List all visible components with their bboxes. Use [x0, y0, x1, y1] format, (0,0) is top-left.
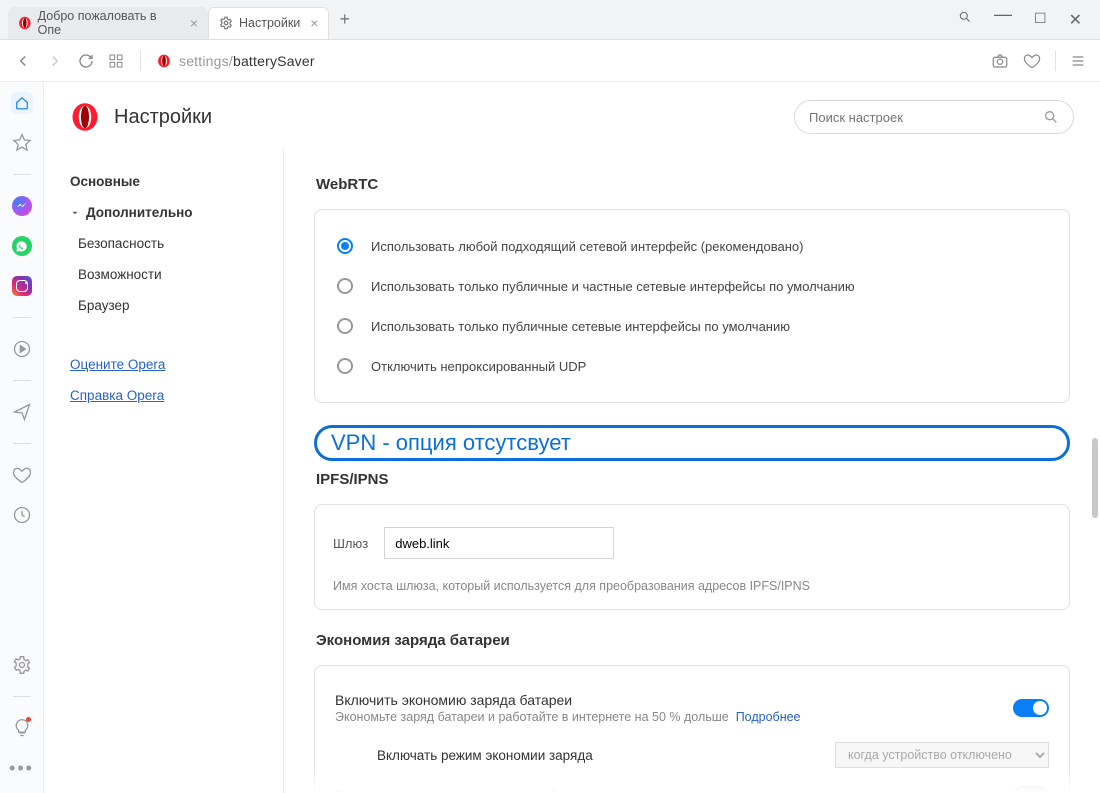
camera-icon[interactable]: [991, 52, 1009, 70]
address-field[interactable]: settings/batterySaver: [157, 53, 975, 69]
bulb-icon[interactable]: [11, 717, 33, 739]
battery-mode-select[interactable]: когда устройство отключено: [835, 742, 1049, 768]
more-icon[interactable]: •••: [11, 757, 33, 779]
search-icon[interactable]: [958, 10, 972, 24]
reload-button[interactable]: [78, 53, 94, 69]
webrtc-card: Использовать любой подходящий сетевой ин…: [314, 209, 1070, 403]
left-rail: •••: [0, 82, 44, 793]
forward-button[interactable]: [46, 52, 64, 70]
battery-enable-title: Включить экономию заряда батареи: [335, 692, 801, 708]
messenger-icon[interactable]: [11, 195, 33, 217]
webrtc-option-3[interactable]: Отключить непроксированный UDP: [333, 346, 1051, 386]
home-icon[interactable]: [11, 92, 33, 114]
section-ipfs-title: IPFS/IPNS: [316, 471, 1070, 488]
battery-card: Включить экономию заряда батареи Экономь…: [314, 665, 1070, 793]
radio-label: Использовать любой подходящий сетевой ин…: [371, 239, 803, 254]
webrtc-option-0[interactable]: Использовать любой подходящий сетевой ин…: [333, 226, 1051, 266]
back-button[interactable]: [14, 52, 32, 70]
section-webrtc-title: WebRTC: [316, 176, 1070, 193]
history-icon[interactable]: [11, 504, 33, 526]
instagram-icon[interactable]: [11, 275, 33, 297]
settings-search[interactable]: [794, 100, 1074, 134]
maximize-button[interactable]: ☐: [1034, 10, 1047, 30]
close-window-button[interactable]: ✕: [1069, 10, 1082, 30]
star-icon[interactable]: [11, 132, 33, 154]
close-icon[interactable]: ×: [190, 15, 198, 31]
tab-welcome[interactable]: Добро пожаловать в Опе ×: [8, 7, 208, 39]
ipfs-card: Шлюз Имя хоста шлюза, который использует…: [314, 504, 1070, 610]
sidebar-item-security[interactable]: Безопасность: [64, 228, 283, 259]
section-battery-title: Экономия заряда батареи: [316, 632, 1070, 649]
webrtc-option-2[interactable]: Использовать только публичные сетевые ин…: [333, 306, 1051, 346]
webrtc-option-1[interactable]: Использовать только публичные и частные …: [333, 266, 1051, 306]
radio-label: Использовать только публичные сетевые ин…: [371, 319, 790, 334]
chevron-down-icon: [70, 208, 80, 218]
sidebar-item-main[interactable]: Основные: [64, 166, 283, 197]
battery-enable-toggle[interactable]: [1013, 699, 1049, 717]
tab-settings[interactable]: Настройки ×: [208, 7, 329, 39]
opera-logo: [70, 102, 100, 132]
settings-rail-icon[interactable]: [11, 654, 33, 676]
send-icon[interactable]: [11, 401, 33, 423]
heart-icon[interactable]: [1023, 52, 1041, 70]
settings-header: Настройки: [44, 82, 1100, 148]
opera-icon: [157, 54, 171, 68]
minimize-button[interactable]: —: [994, 10, 1012, 30]
sidebar-item-features[interactable]: Возможности: [64, 259, 283, 290]
heart-rail-icon[interactable]: [11, 464, 33, 486]
tab-label: Настройки: [239, 16, 300, 30]
settings-sidebar: Основные Дополнительно Безопасность Возм…: [44, 148, 284, 793]
url-path-main: batterySaver: [233, 53, 315, 69]
battery-enable-sub: Экономьте заряд батареи и работайте в ин…: [335, 710, 729, 724]
radio-icon: [337, 238, 353, 254]
radio-icon: [337, 278, 353, 294]
scrollbar-thumb[interactable]: [1092, 438, 1098, 518]
radio-label: Использовать только публичные и частные …: [371, 279, 855, 294]
battery-enable-row: Включить экономию заряда батареи Экономь…: [333, 682, 1051, 734]
sidebar-item-browser[interactable]: Браузер: [64, 290, 283, 321]
tab-label: Добро пожаловать в Опе: [38, 9, 180, 37]
radio-icon: [337, 358, 353, 374]
menu-icon[interactable]: [1070, 53, 1086, 69]
radio-label: Отключить непроксированный UDP: [371, 359, 586, 374]
addressbar: settings/batterySaver: [0, 40, 1100, 82]
sidebar-link-rate[interactable]: Оцените Opera: [64, 349, 283, 380]
ipfs-gateway-input[interactable]: [384, 527, 614, 559]
battery-mode-label: Включать режим экономии заряда: [377, 748, 593, 763]
opera-icon: [18, 16, 32, 30]
url-path-prefix: settings/: [179, 53, 233, 69]
speed-dial-icon[interactable]: [108, 53, 124, 69]
battery-mode-row: Включать режим экономии заряда когда уст…: [333, 734, 1051, 776]
sidebar-item-advanced[interactable]: Дополнительно: [64, 197, 283, 228]
battery-more-link[interactable]: Подробнее: [736, 710, 801, 724]
play-icon[interactable]: [11, 338, 33, 360]
battery-icon-label: Всегда показывать значок заряда батареи …: [335, 788, 758, 793]
close-icon[interactable]: ×: [310, 15, 318, 31]
radio-icon: [337, 318, 353, 334]
ipfs-caption: Имя хоста шлюза, который используется дл…: [333, 579, 1051, 593]
gear-icon: [219, 16, 233, 30]
battery-icon-toggle[interactable]: [1013, 786, 1049, 793]
battery-icon-row: Всегда показывать значок заряда батареи …: [333, 776, 1051, 793]
scrollbar[interactable]: [1090, 148, 1100, 793]
sidebar-link-help[interactable]: Справка Opera: [64, 380, 283, 411]
annotation-vpn-missing: VPN - опция отсутсвует: [314, 425, 1070, 461]
titlebar: Добро пожаловать в Опе × Настройки × + —…: [0, 0, 1100, 40]
search-icon: [1043, 109, 1059, 125]
settings-page: WebRTC Использовать любой подходящий сет…: [284, 148, 1100, 793]
page-title: Настройки: [114, 106, 212, 129]
search-input[interactable]: [809, 110, 1035, 125]
ipfs-gateway-label: Шлюз: [333, 536, 368, 551]
new-tab-button[interactable]: +: [329, 9, 360, 30]
whatsapp-icon[interactable]: [11, 235, 33, 257]
